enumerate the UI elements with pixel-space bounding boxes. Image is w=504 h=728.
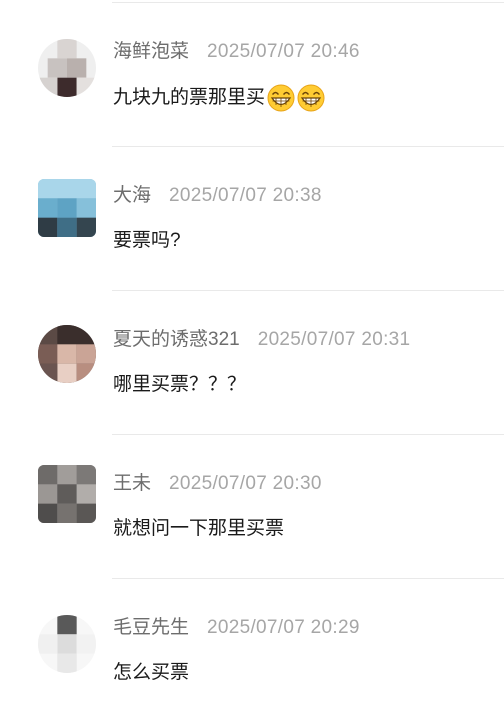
comment-meta: 夏天的诱惑321 2025/07/07 20:31 bbox=[113, 328, 410, 352]
comment-text-content: 就想问一下那里买票 bbox=[113, 518, 285, 539]
avatar[interactable] bbox=[38, 615, 96, 673]
comment-item: 夏天的诱惑321 2025/07/07 20:31 哪里买票？？？ bbox=[0, 291, 504, 435]
comment-meta: 海鲜泡菜 2025/07/07 20:46 bbox=[113, 40, 360, 64]
avatar[interactable] bbox=[38, 325, 96, 383]
comment-text: 就想问一下那里买票 bbox=[113, 516, 284, 542]
timestamp: 2025/07/07 20:29 bbox=[207, 617, 360, 638]
avatar[interactable] bbox=[38, 465, 96, 523]
comment-text-content: 怎么买票 bbox=[113, 662, 190, 683]
username[interactable]: 毛豆先生 bbox=[113, 617, 189, 638]
username[interactable]: 大海 bbox=[113, 185, 151, 206]
comment-item: 海鲜泡菜 2025/07/07 20:46 九块九的票那里买 bbox=[0, 3, 504, 147]
timestamp: 2025/07/07 20:30 bbox=[169, 473, 322, 494]
comment-text-content: 要票吗? bbox=[113, 230, 181, 251]
grinning-face-icon bbox=[297, 84, 325, 112]
comment-meta: 王未 2025/07/07 20:30 bbox=[113, 472, 322, 496]
comment-item: 毛豆先生 2025/07/07 20:29 怎么买票 bbox=[0, 579, 504, 723]
avatar[interactable] bbox=[38, 179, 96, 237]
comment-item: 大海 2025/07/07 20:38 要票吗? bbox=[0, 147, 504, 291]
comment-meta: 大海 2025/07/07 20:38 bbox=[113, 184, 322, 208]
comment-list: 海鲜泡菜 2025/07/07 20:46 九块九的票那里买 大海 2025/0… bbox=[0, 0, 504, 728]
username[interactable]: 王未 bbox=[113, 473, 151, 494]
comment-text: 哪里买票？？？ bbox=[113, 372, 246, 398]
comment-text-content: 九块九的票那里买 bbox=[113, 87, 266, 108]
timestamp: 2025/07/07 20:38 bbox=[169, 185, 322, 206]
username[interactable]: 海鲜泡菜 bbox=[113, 41, 189, 62]
comment-item: 王未 2025/07/07 20:30 就想问一下那里买票 bbox=[0, 435, 504, 579]
comment-text: 九块九的票那里买 bbox=[113, 84, 325, 112]
timestamp: 2025/07/07 20:46 bbox=[207, 41, 360, 62]
grinning-face-icon bbox=[267, 84, 295, 112]
username[interactable]: 夏天的诱惑321 bbox=[113, 329, 240, 350]
comment-text: 要票吗? bbox=[113, 228, 181, 254]
timestamp: 2025/07/07 20:31 bbox=[257, 329, 411, 350]
comment-text-content: 哪里买票？？？ bbox=[113, 374, 247, 395]
comment-meta: 毛豆先生 2025/07/07 20:29 bbox=[113, 616, 360, 640]
comment-text: 怎么买票 bbox=[113, 660, 189, 686]
avatar[interactable] bbox=[38, 39, 96, 97]
